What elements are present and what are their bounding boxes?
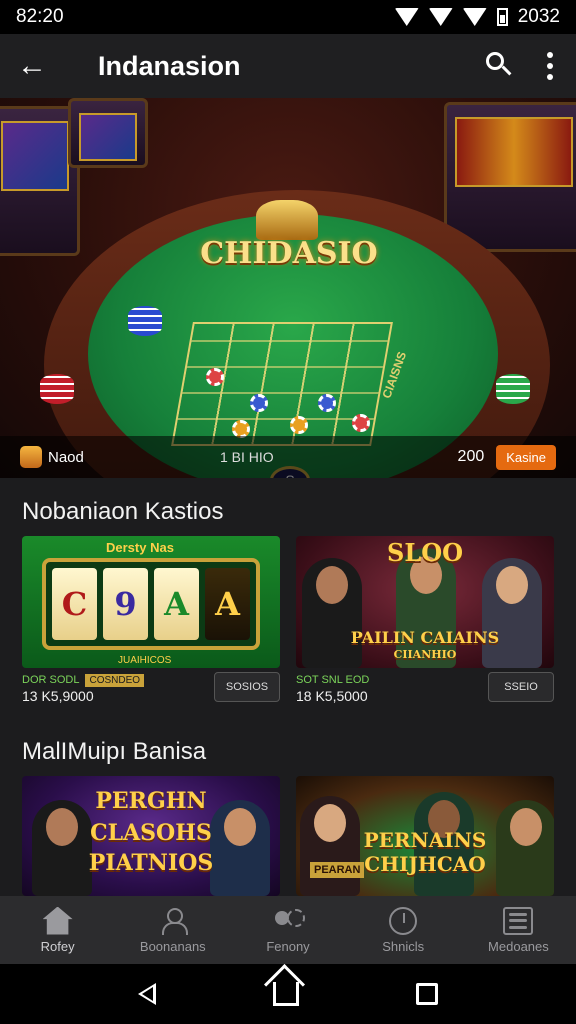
card-banner-line2: CLASOHS <box>90 820 212 846</box>
game-thumbnail: PERGHN CLASOHS PIATNIOS <box>22 776 280 896</box>
system-nav-bar <box>0 964 576 1024</box>
person-icon <box>158 907 188 935</box>
card-action-button[interactable]: SSEIO <box>488 672 554 702</box>
casino-logo: CHIDASIO <box>200 200 378 296</box>
card-meta: DOR SODL COSNDEO 13 K5,9000 SOSIOS <box>22 668 280 708</box>
slot-machine-image <box>444 102 576 252</box>
game-card[interactable]: SLOO PAILIN CAIAINS CIIANHIO SOT SNL EOD… <box>296 536 554 708</box>
slot-reels: C 9 A A <box>42 558 260 650</box>
back-arrow-icon[interactable]: ← <box>16 49 48 82</box>
group-icon <box>273 907 305 935</box>
status-time: 82:20 <box>16 6 64 27</box>
game-thumbnail: Dersty Nas C 9 A A JUAIHICOS <box>22 536 280 668</box>
hero-left-label: Naod <box>48 448 84 466</box>
crest-icon <box>256 200 318 240</box>
nav-label: Rofey <box>40 938 75 954</box>
card-value: 13 K5,9000 <box>22 688 94 704</box>
signal-icon <box>462 8 487 26</box>
system-back-icon[interactable] <box>138 983 157 1005</box>
card-banner-sub: PAILIN CAIAINS <box>350 628 500 647</box>
clock-icon <box>389 906 418 935</box>
slots-footer: JUAIHICOS <box>118 655 172 666</box>
card-banner: PERNAINS <box>363 828 487 852</box>
system-home-icon[interactable] <box>272 982 299 1006</box>
home-icon <box>42 906 73 935</box>
card-banner: SLOO <box>386 538 464 567</box>
card-tag: COSNDEO <box>85 674 145 687</box>
chip-icon <box>206 368 224 386</box>
card-tag: PEARAN <box>310 862 365 878</box>
wifi-icon <box>394 8 419 26</box>
nav-item-group[interactable]: Fenony <box>230 896 345 964</box>
more-vert-icon[interactable] <box>540 52 560 80</box>
system-recents-icon[interactable] <box>415 983 438 1005</box>
nav-label: Medoanes <box>488 938 549 954</box>
menu-icon <box>503 906 534 935</box>
game-card[interactable]: PERGHN CLASOHS PIATNIOS <box>22 776 280 896</box>
section-title: MalIMuipı Banisa <box>22 738 207 765</box>
card-action-button[interactable]: SOSIOS <box>214 672 280 702</box>
game-card[interactable]: Dersty Nas C 9 A A JUAIHICOS DOR SODL COS… <box>22 536 280 708</box>
card-price: DOR SODL <box>22 674 80 686</box>
person-image <box>32 800 92 896</box>
game-card[interactable]: PERNAINS CHIJHCAO PEARAN <box>296 776 554 896</box>
card-banner-line3: PIATNIOS <box>88 850 214 876</box>
slots-banner: Dersty Nas <box>106 540 174 555</box>
wifi-icon-2 <box>428 8 453 26</box>
chip-stack-icon <box>40 374 74 404</box>
status-icons: 2032 <box>394 6 560 28</box>
bottom-nav: Rofey Boonanans Fenony Shnicls Medoanes <box>0 896 576 964</box>
slot-machine-image <box>68 98 148 168</box>
chip-icon <box>250 394 268 412</box>
logo-text: CHIDASIO <box>200 235 378 271</box>
hero-count: 200 <box>457 448 485 465</box>
search-icon[interactable] <box>480 46 520 86</box>
chip-icon <box>290 416 308 434</box>
reel-symbol: 9 <box>103 568 148 640</box>
person-image <box>210 800 270 896</box>
nav-item-history[interactable]: Shnicls <box>346 896 461 964</box>
hero-play-button[interactable]: Kasine <box>496 444 556 470</box>
coin-icon <box>20 446 42 468</box>
page-title: Indanasion <box>98 50 241 81</box>
game-thumbnail: SLOO PAILIN CAIAINS CIIANHIO <box>296 536 554 668</box>
status-right-text: 2032 <box>517 6 560 27</box>
app-bar: ← Indanasion <box>0 34 576 98</box>
card-price: SOT SNL EOD <box>296 674 370 686</box>
nav-item-menu[interactable]: Medoanes <box>461 896 576 964</box>
section-title: Nobaniaon Kastios <box>22 498 224 525</box>
reel-symbol: A <box>154 568 199 640</box>
game-thumbnail: PERNAINS CHIJHCAO PEARAN <box>296 776 554 896</box>
status-bar: 82:20 2032 <box>0 0 576 34</box>
battery-icon <box>496 8 508 26</box>
nav-label: Shnicls <box>382 938 425 954</box>
hero-info-bar: Naod 1 BI HIO 200 Kasine <box>0 436 576 478</box>
nav-label: Boonanans <box>139 938 206 954</box>
chip-stack-icon <box>128 306 162 336</box>
chip-stack-icon <box>496 374 530 404</box>
card-meta: SOT SNL EOD 18 K5,5000 SSEIO <box>296 668 554 708</box>
card-banner: PERGHN <box>95 788 207 814</box>
reel-symbol: C <box>52 568 97 640</box>
hero-middle-label: 1 BI HIO <box>220 449 274 465</box>
chip-icon <box>318 394 336 412</box>
card-banner-sub2: CIIANHIO <box>393 648 457 661</box>
reel-symbol: A <box>205 568 250 640</box>
chip-icon <box>352 414 370 432</box>
nav-label: Fenony <box>266 938 310 954</box>
nav-item-profile[interactable]: Boonanans <box>115 896 230 964</box>
hero-banner[interactable]: S CIAISNS CHIDASIO Naod 1 BI HIO 200 Kas… <box>0 98 576 478</box>
card-value: 18 K5,5000 <box>296 688 368 704</box>
nav-item-home[interactable]: Rofey <box>0 896 115 964</box>
